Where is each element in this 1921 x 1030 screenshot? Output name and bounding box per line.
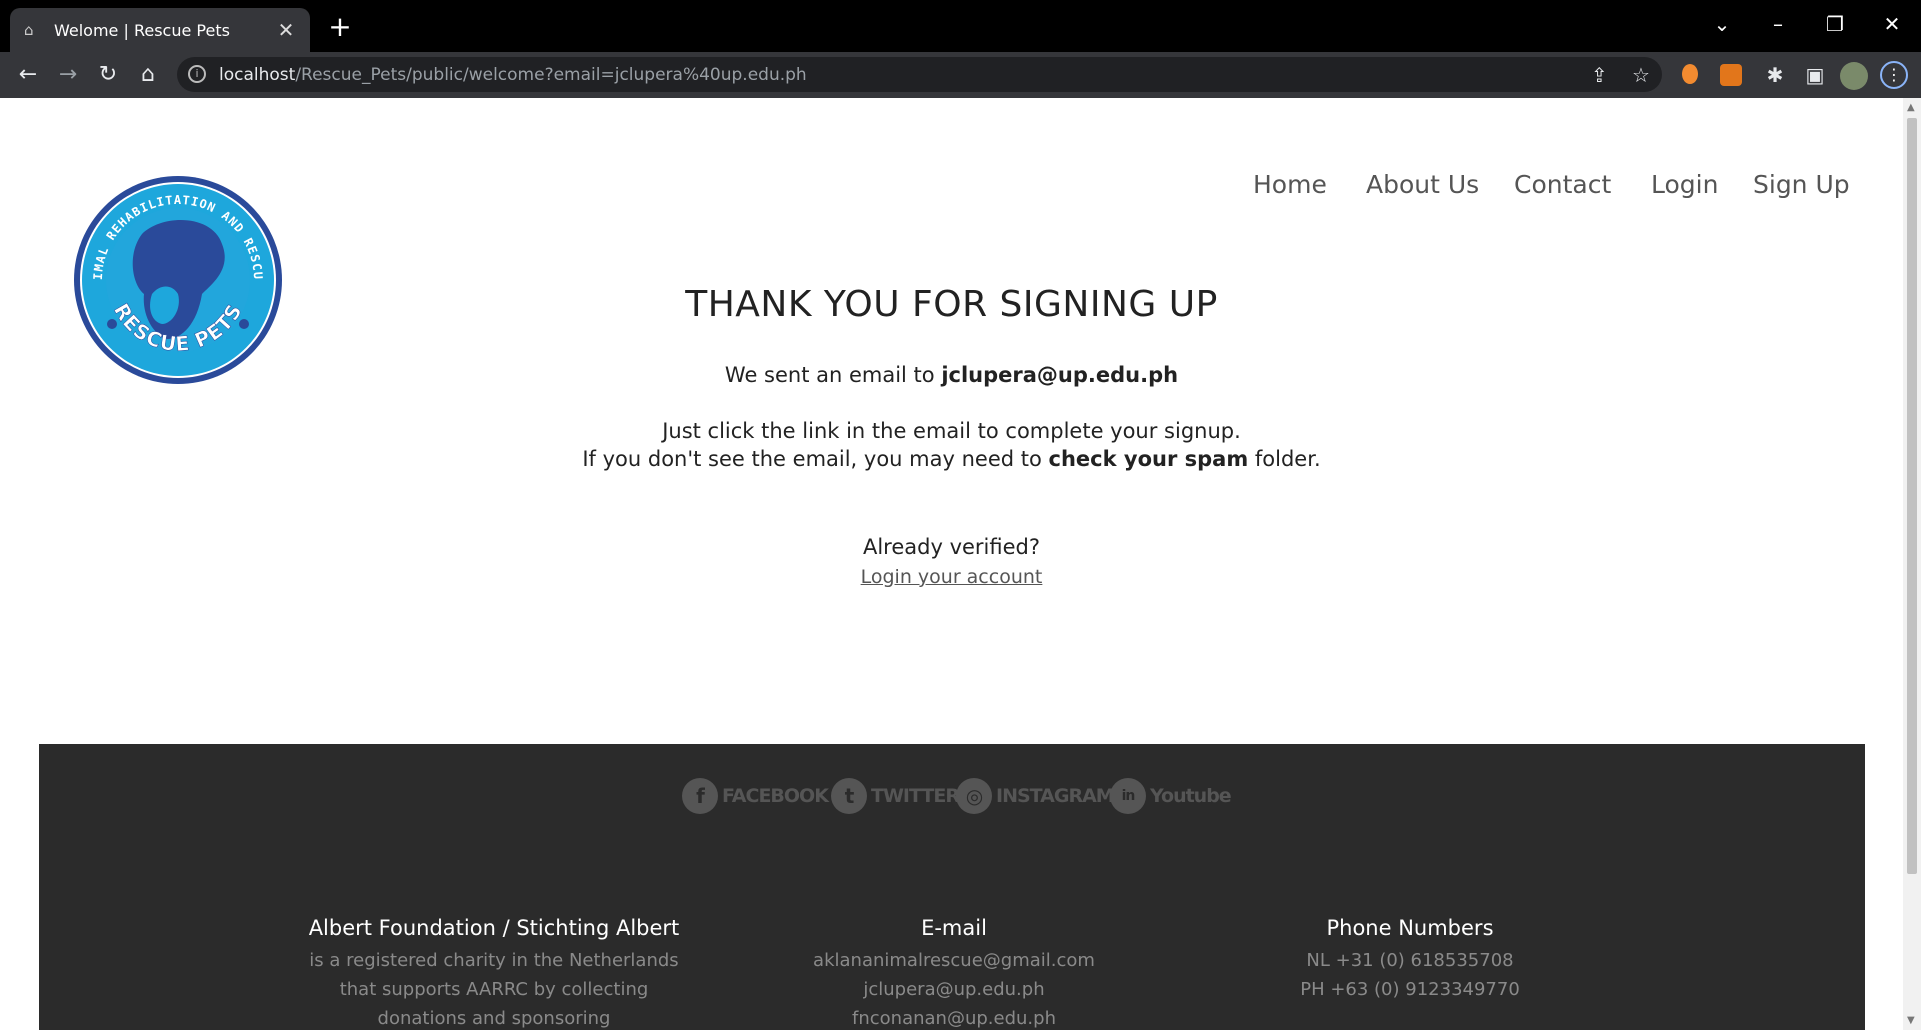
spam-suffix: folder. — [1254, 447, 1321, 471]
side-panel-icon[interactable]: ▣ — [1800, 60, 1830, 90]
facebook-icon: f — [682, 778, 718, 814]
scrollbar-thumb[interactable] — [1907, 118, 1917, 874]
home-icon[interactable]: ⌂ — [133, 60, 163, 90]
social-facebook[interactable]: f FACEBOOK — [682, 778, 829, 814]
footer: f FACEBOOK t TWITTER ◎ INSTAGRAM in Yout… — [39, 744, 1865, 1030]
tab-search-icon[interactable]: ⌄ — [1707, 12, 1737, 36]
footer-email-line[interactable]: aklananimalrescue@gmail.com — [764, 946, 1144, 975]
login-account-link[interactable]: Login your account — [0, 566, 1903, 588]
footer-phone-line: PH +63 (0) 9123349770 — [1300, 979, 1520, 1000]
rescue-pets-logo[interactable]: AKLAN ANIMAL REHABILITATION AND RESCUE C… — [72, 174, 284, 386]
footer-phone-line: NL +31 (0) 618535708 — [1306, 950, 1514, 971]
site-info-icon[interactable]: i — [188, 65, 206, 83]
nav-home[interactable]: Home — [1253, 170, 1327, 199]
reload-icon[interactable]: ↻ — [93, 60, 123, 90]
forward-icon[interactable]: → — [53, 60, 83, 90]
share-icon[interactable]: ⇪ — [1591, 63, 1608, 87]
url-text[interactable]: localhost/Rescue_Pets/public/welcome?ema… — [219, 65, 807, 85]
page-title: THANK YOU FOR SIGNING UP — [685, 284, 1218, 325]
browser-tab-bar: ⌂ Welome | Rescue Pets ✕ + ⌄ – ❐ ✕ — [0, 0, 1921, 52]
nav-about-us[interactable]: About Us — [1366, 170, 1479, 199]
nav-contact[interactable]: Contact — [1514, 170, 1611, 199]
restore-button[interactable]: ❐ — [1820, 12, 1850, 36]
minimize-button[interactable]: – — [1763, 12, 1793, 36]
social-label: Youtube — [1150, 785, 1232, 807]
social-twitter[interactable]: t TWITTER — [831, 778, 960, 814]
nav-login[interactable]: Login — [1651, 170, 1718, 199]
scroll-up-icon[interactable]: ▲ — [1907, 102, 1915, 113]
footer-phone-column: Phone Numbers NL +31 (0) 618535708 PH +6… — [1220, 916, 1600, 1004]
bookmark-star-icon[interactable]: ☆ — [1632, 63, 1650, 87]
spam-bold: check your spam — [1048, 447, 1249, 471]
twitter-icon: t — [831, 778, 867, 814]
page-scrollbar[interactable]: ▲ ▼ — [1903, 98, 1921, 1030]
footer-org-line: is a registered charity in the Netherlan… — [309, 950, 679, 971]
signup-email: jclupera@up.edu.ph — [941, 363, 1179, 387]
already-verified-text: Already verified? — [862, 535, 1041, 559]
browser-menu-icon[interactable]: ⋮ — [1880, 61, 1908, 89]
profile-avatar[interactable] — [1840, 62, 1868, 90]
spam-prefix: If you don't see the email, you may need… — [582, 447, 1042, 471]
instruction-text: Just click the link in the email to comp… — [662, 419, 1241, 443]
email-sent-text: We sent an email to jclupera@up.edu.ph — [0, 363, 1903, 387]
social-instagram[interactable]: ◎ INSTAGRAM — [956, 778, 1115, 814]
url-host: localhost — [219, 65, 296, 85]
footer-org-line: donations and sponsoring — [377, 1008, 611, 1029]
nav-sign-up[interactable]: Sign Up — [1753, 170, 1850, 199]
metamask-fox-icon[interactable] — [1720, 64, 1742, 86]
instagram-icon: ◎ — [956, 778, 992, 814]
footer-email-line[interactable]: fnconanan@up.edu.ph — [764, 1004, 1144, 1030]
footer-email-title: E-mail — [921, 916, 987, 940]
social-youtube[interactable]: in Youtube — [1110, 778, 1232, 814]
social-label: FACEBOOK — [722, 785, 829, 807]
footer-email-line[interactable]: jclupera@up.edu.ph — [764, 975, 1144, 1004]
url-path: /Rescue_Pets/public/welcome?email=jclupe… — [295, 65, 807, 85]
footer-phone-title: Phone Numbers — [1326, 916, 1494, 940]
footer-org-column: Albert Foundation / Stichting Albert is … — [304, 916, 684, 1030]
new-tab-button[interactable]: + — [325, 10, 355, 43]
linkedin-icon: in — [1110, 778, 1146, 814]
extensions-puzzle-icon[interactable]: ✱ — [1760, 60, 1790, 90]
social-label: INSTAGRAM — [996, 785, 1115, 807]
back-icon[interactable]: ← — [13, 60, 43, 90]
browser-toolbar: ← → ↻ ⌂ i localhost/Rescue_Pets/public/w… — [0, 52, 1921, 98]
close-window-button[interactable]: ✕ — [1877, 12, 1907, 36]
scroll-down-icon[interactable]: ▼ — [1907, 1015, 1915, 1026]
extension-icon[interactable] — [1682, 64, 1698, 84]
page-content: AKLAN ANIMAL REHABILITATION AND RESCUE C… — [0, 98, 1903, 1030]
footer-org-line: that supports AARRC by collecting — [339, 979, 649, 1000]
browser-tab[interactable]: ⌂ Welome | Rescue Pets ✕ — [10, 8, 310, 52]
footer-email-column: E-mail aklananimalrescue@gmail.com jclup… — [764, 916, 1144, 1030]
home-favicon-icon: ⌂ — [24, 21, 34, 39]
social-label: TWITTER — [871, 785, 960, 807]
tab-title: Welome | Rescue Pets — [54, 20, 230, 40]
email-sent-prefix: We sent an email to — [724, 363, 935, 387]
spam-text: If you don't see the email, you may need… — [0, 447, 1903, 471]
footer-org-title: Albert Foundation / Stichting Albert — [308, 916, 680, 940]
address-bar[interactable]: i localhost/Rescue_Pets/public/welcome?e… — [177, 57, 1662, 92]
tab-close-icon[interactable]: ✕ — [276, 18, 296, 42]
